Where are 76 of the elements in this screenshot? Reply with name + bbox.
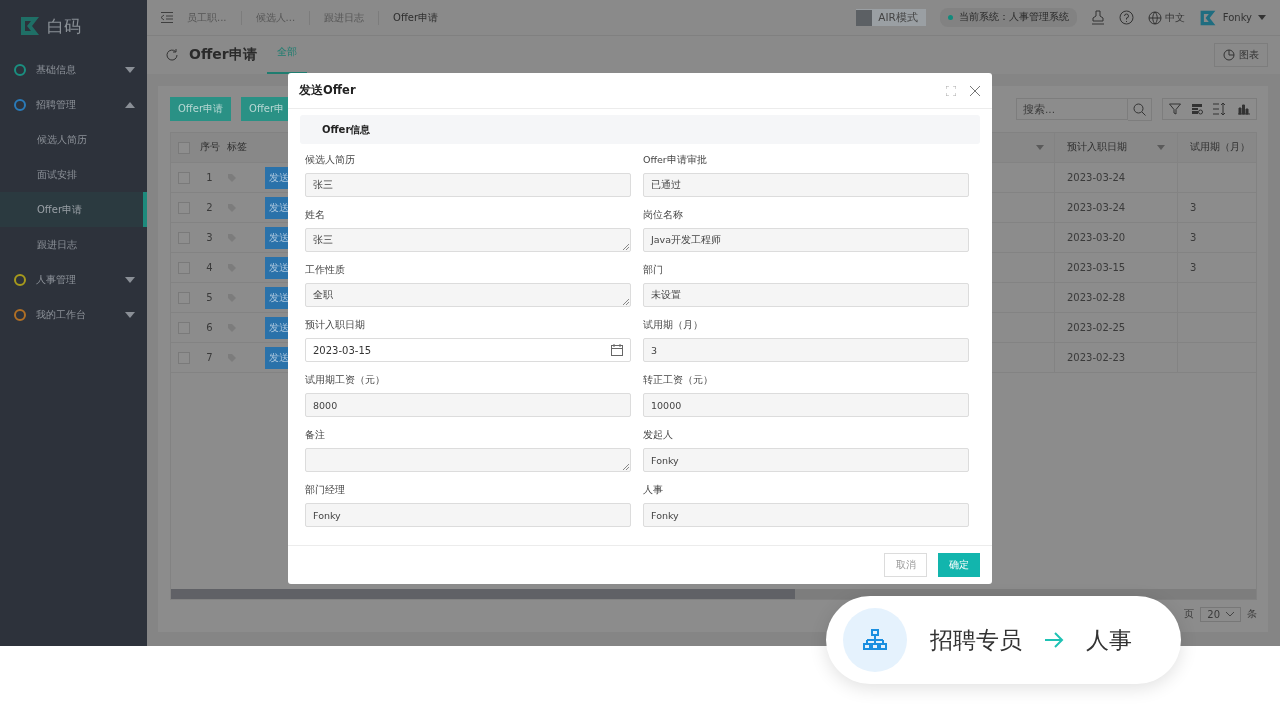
- table-cell: 2023-03-24: [1054, 193, 1177, 222]
- field-label: 发起人: [643, 429, 674, 442]
- chart-button[interactable]: 图表: [1214, 43, 1268, 67]
- menu-item[interactable]: Offer申请: [0, 192, 147, 227]
- menu-item[interactable]: 跟进日志: [0, 227, 147, 262]
- input-field[interactable]: 2023-03-15: [305, 338, 631, 362]
- section-header: Offer信息: [300, 115, 980, 144]
- input-field[interactable]: 全职: [305, 283, 631, 307]
- offer-button[interactable]: Offer申请: [170, 97, 232, 121]
- field-label: Offer申请审批: [643, 154, 708, 167]
- input-field[interactable]: 未设置: [643, 283, 969, 307]
- table-cell: 3: [1177, 253, 1256, 282]
- input-field[interactable]: 3: [643, 338, 969, 362]
- menu-group[interactable]: 人事管理: [0, 262, 147, 297]
- table-cell-text: 3: [205, 231, 214, 245]
- input-field[interactable]: Fonky: [643, 503, 969, 527]
- field-label: 姓名: [305, 209, 326, 222]
- table-cell: 3: [1177, 193, 1256, 222]
- input-field[interactable]: 10000: [643, 393, 969, 417]
- role-label: 招聘专员: [930, 625, 1022, 655]
- pagination-text: 条: [1247, 607, 1257, 621]
- search-field[interactable]: 搜索...: [1016, 98, 1128, 120]
- input-field[interactable]: Java开发工程师: [643, 228, 969, 252]
- offer-button[interactable]: Offer申: [241, 97, 291, 121]
- table-cell: 2023-02-23: [1054, 343, 1177, 372]
- role-label: 人事: [1086, 625, 1132, 655]
- field-label: 部门: [643, 264, 664, 277]
- confirm-button[interactable]: 确定: [938, 553, 980, 577]
- field-label: 试用期工资（元）: [305, 374, 386, 387]
- table-cell-text: 4: [205, 261, 214, 275]
- field-label: 候选人简历: [305, 154, 356, 167]
- page-size-select[interactable]: 20: [1200, 606, 1241, 622]
- table-cell-text: 5: [205, 291, 214, 305]
- menu-group[interactable]: 我的工作台: [0, 297, 147, 332]
- page-tab[interactable]: Offer申请: [393, 10, 453, 25]
- input-field[interactable]: Fonky: [643, 448, 969, 472]
- column-header: 标签: [226, 140, 248, 154]
- cancel-button[interactable]: 取消: [884, 553, 927, 577]
- field-label: 试用期（月）: [643, 319, 704, 332]
- dialog-title: 发送Offer: [299, 83, 356, 98]
- table-cell-text: 7: [205, 351, 214, 365]
- input-field[interactable]: 8000: [305, 393, 631, 417]
- menu-item[interactable]: 候选人简历: [0, 122, 147, 157]
- input-field[interactable]: Fonky: [305, 503, 631, 527]
- air-mode-toggle[interactable]: AIR模式: [856, 9, 926, 26]
- table-cell-text: 1: [205, 171, 214, 185]
- column-header: 试用期（月）: [1177, 133, 1256, 162]
- input-field[interactable]: 已通过: [643, 173, 969, 197]
- input-field[interactable]: 张三: [305, 173, 631, 197]
- menu-group[interactable]: 基础信息: [0, 52, 147, 87]
- table-cell-text: 6: [205, 321, 214, 335]
- field-label: 工作性质: [305, 264, 346, 277]
- table-cell: 2023-02-25: [1054, 313, 1177, 342]
- field-label: 备注: [305, 429, 326, 442]
- current-system-badge: 当前系统：人事管理系统: [939, 8, 1077, 27]
- field-label: 预计入职日期: [305, 319, 366, 332]
- table-cell: 2023-03-24: [1054, 163, 1177, 192]
- column-header: 预计入职日期: [1067, 141, 1127, 154]
- page-title: Offer申请: [189, 46, 257, 64]
- field-label: 转正工资（元）: [643, 374, 714, 387]
- field-label: 人事: [643, 484, 664, 497]
- field-label: 部门经理: [305, 484, 346, 497]
- input-field[interactable]: 张三: [305, 228, 631, 252]
- menu-item[interactable]: 面试安排: [0, 157, 147, 192]
- column-header: 序号: [198, 140, 221, 154]
- table-cell-text: 2: [205, 201, 214, 215]
- logo-text: 白码: [47, 14, 81, 38]
- table-cell: 3: [1177, 223, 1256, 252]
- pagination-text: 页: [1184, 607, 1195, 621]
- user-menu[interactable]: Fonky: [1198, 8, 1266, 27]
- table-cell: 2023-03-20: [1054, 223, 1177, 252]
- field-label: 岗位名称: [643, 209, 684, 222]
- table-cell: 2023-02-28: [1054, 283, 1177, 312]
- table-cell: 2023-03-15: [1054, 253, 1177, 282]
- language-selector[interactable]: 中文: [1147, 10, 1185, 25]
- menu-group[interactable]: 招聘管理: [0, 87, 147, 122]
